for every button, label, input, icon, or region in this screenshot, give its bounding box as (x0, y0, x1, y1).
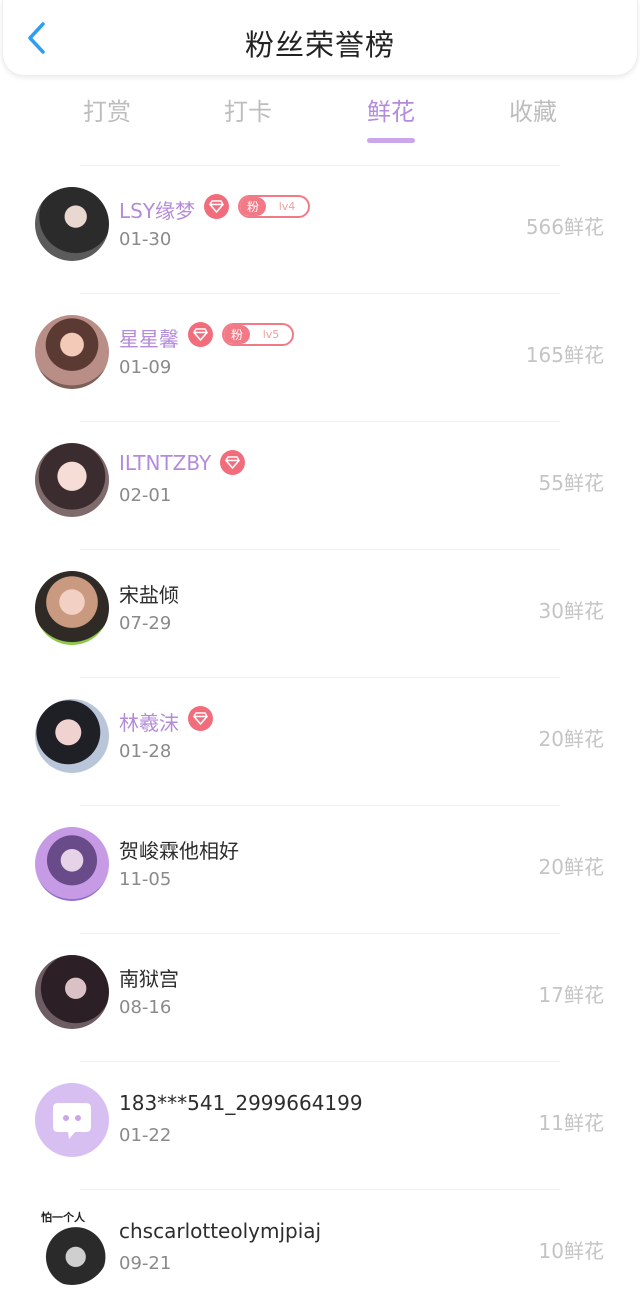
fan-row[interactable]: 怕一个人 chscarlotteolymjpiaj 09-21 10鲜花 (0, 1190, 640, 1289)
fan-name[interactable]: LSY缘梦 (119, 195, 195, 224)
avatar[interactable] (35, 1083, 109, 1157)
fan-row[interactable]: 星星馨 01-09 165鲜花 粉 lv5 (0, 294, 640, 422)
fan-name[interactable]: chscarlotteolymjpiaj (119, 1219, 321, 1243)
flower-count: 30鲜花 (538, 599, 604, 623)
fan-date: 07-29 (119, 613, 172, 634)
fan-name[interactable]: ILTNTZBY (119, 451, 211, 475)
fan-date: 01-28 (119, 741, 172, 762)
diamond-icon (204, 194, 229, 219)
page-title: 粉丝荣誉榜 (244, 28, 395, 62)
fan-row[interactable]: LSY缘梦 01-30 566鲜花 粉 lv4 (0, 166, 640, 294)
tab-bar: 打赏 打卡 鲜花 收藏 (0, 92, 640, 148)
diamond-icon (188, 706, 213, 731)
fan-level-badge: 粉 lv5 (222, 323, 294, 346)
flower-count: 10鲜花 (538, 1239, 604, 1263)
tab-tips[interactable]: 打赏 (47, 92, 167, 127)
flower-count: 165鲜花 (525, 343, 604, 367)
badge-group: 粉 lv4 (204, 194, 310, 219)
tab-favorites[interactable]: 收藏 (473, 92, 593, 127)
fan-name[interactable]: 贺峻霖他相好 (119, 835, 239, 864)
diamond-icon (220, 450, 245, 475)
fan-tag-label: 粉 (224, 325, 250, 344)
flower-count: 55鲜花 (538, 471, 604, 495)
avatar[interactable] (35, 699, 109, 773)
badge-group: 粉 lv5 (188, 322, 294, 347)
flower-count: 20鲜花 (538, 855, 604, 879)
tab-flowers[interactable]: 鲜花 (331, 92, 451, 143)
fan-date: 08-16 (119, 997, 172, 1018)
fan-date: 02-01 (119, 485, 172, 506)
fan-date: 09-21 (119, 1253, 172, 1274)
badge-group (188, 706, 213, 731)
active-tab-indicator (367, 138, 415, 143)
tab-flowers-label: 鲜花 (367, 98, 415, 126)
avatar[interactable] (35, 571, 109, 645)
avatar-caption: 怕一个人 (41, 1211, 85, 1224)
avatar[interactable] (35, 443, 109, 517)
flower-count: 566鲜花 (525, 215, 604, 239)
fan-name[interactable]: 星星馨 (119, 323, 179, 352)
tab-checkin[interactable]: 打卡 (188, 92, 308, 127)
fan-date: 01-22 (119, 1125, 172, 1146)
flower-count: 20鲜花 (538, 727, 604, 751)
fan-name[interactable]: 183***541_2999664199 (119, 1091, 363, 1115)
fan-row[interactable]: 贺峻霖他相好 11-05 20鲜花 (0, 806, 640, 934)
fan-level-label: lv5 (262, 328, 280, 341)
flower-count: 17鲜花 (538, 983, 604, 1007)
avatar[interactable] (35, 315, 109, 389)
fan-level-badge: 粉 lv4 (238, 195, 310, 218)
fan-row[interactable]: 183***541_2999664199 01-22 11鲜花 (0, 1062, 640, 1190)
badge-group (220, 450, 245, 475)
fan-name[interactable]: 南狱宫 (119, 963, 179, 992)
fan-date: 01-30 (119, 229, 172, 250)
diamond-icon (188, 322, 213, 347)
top-bar: 粉丝荣誉榜 (2, 0, 638, 76)
fan-row[interactable]: 林羲沫 01-28 20鲜花 (0, 678, 640, 806)
fan-level-label: lv4 (278, 200, 296, 213)
fan-tag-label: 粉 (240, 197, 266, 216)
fan-name[interactable]: 宋盐倾 (119, 579, 179, 608)
fan-name[interactable]: 林羲沫 (119, 707, 179, 736)
chat-bubble-icon (53, 1103, 91, 1139)
avatar[interactable]: 怕一个人 (35, 1211, 109, 1285)
avatar[interactable] (35, 187, 109, 261)
fan-row[interactable]: ILTNTZBY 02-01 55鲜花 (0, 422, 640, 550)
flower-count: 11鲜花 (538, 1111, 604, 1135)
fan-row[interactable]: 宋盐倾 07-29 30鲜花 (0, 550, 640, 678)
fan-date: 01-09 (119, 357, 172, 378)
avatar[interactable] (35, 955, 109, 1029)
fan-row[interactable]: 南狱宫 08-16 17鲜花 (0, 934, 640, 1062)
fan-date: 11-05 (119, 869, 172, 890)
avatar[interactable] (35, 827, 109, 901)
